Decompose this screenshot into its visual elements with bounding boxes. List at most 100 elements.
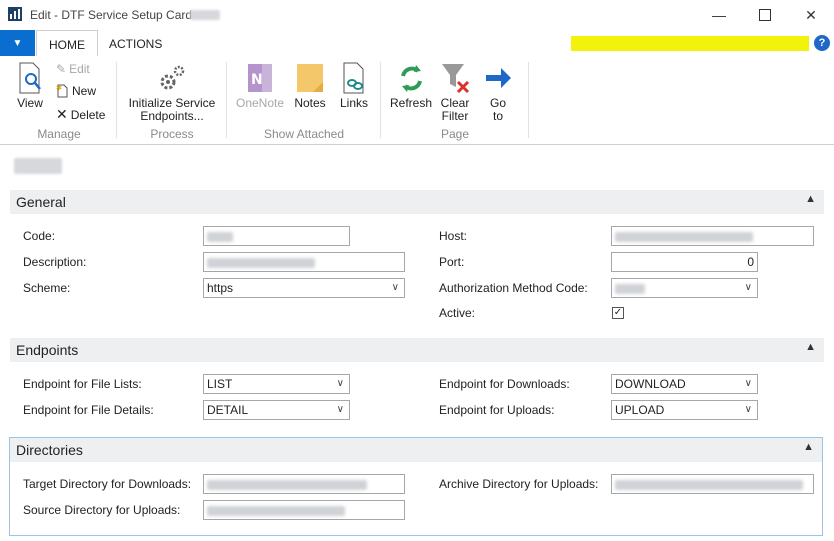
onenote-icon: N (248, 64, 272, 92)
record-title-redacted (14, 158, 62, 174)
minimize-icon: — (712, 7, 726, 23)
description-label: Description: (23, 255, 87, 269)
description-field[interactable] (203, 252, 405, 272)
endpoint-file-lists-label: Endpoint for File Lists: (23, 377, 142, 391)
source-directory-uploads-label: Source Directory for Uploads: (23, 503, 181, 517)
authorization-method-code-label: Authorization Method Code: (439, 281, 588, 295)
go-to-button[interactable]: Go to (482, 62, 514, 123)
initialize-label-line2: Endpoints... (140, 109, 204, 123)
svg-text:✱: ✱ (56, 84, 62, 92)
endpoint-downloads-value: DOWNLOAD (615, 377, 686, 391)
code-label: Code: (23, 229, 56, 243)
notes-icon (297, 64, 323, 92)
onenote-button[interactable]: N OneNote (232, 62, 288, 110)
endpoint-file-lists-select[interactable]: LIST ∨ (203, 374, 350, 394)
notes-button[interactable]: Notes (290, 62, 330, 110)
close-icon: ✕ (805, 6, 817, 23)
tab-actions[interactable]: ACTIONS (97, 30, 174, 56)
scheme-select[interactable]: https ∨ (203, 278, 405, 298)
endpoint-file-details-label: Endpoint for File Details: (23, 403, 154, 417)
scheme-label: Scheme: (23, 281, 71, 295)
chevron-down-icon: ∨ (336, 404, 344, 415)
endpoint-downloads-label: Endpoint for Downloads: (439, 377, 570, 391)
scheme-value: https (207, 281, 234, 295)
delete-label: Delete (70, 107, 106, 122)
fasttab-directories[interactable]: Directories ▲ (10, 438, 822, 462)
group-label-manage: Manage (37, 127, 81, 141)
chevron-down-icon: ∨ (744, 282, 752, 293)
view-button[interactable]: View (14, 62, 46, 110)
code-field[interactable] (203, 226, 350, 246)
goto-label-line2: to (492, 109, 503, 123)
archive-directory-uploads-field[interactable] (611, 474, 814, 494)
endpoint-uploads-select[interactable]: UPLOAD ∨ (611, 400, 758, 420)
host-field[interactable] (611, 226, 814, 246)
chevron-down-icon: ∨ (744, 378, 752, 389)
section-title-endpoints: Endpoints (16, 342, 79, 358)
chevron-up-icon[interactable]: ▲ (803, 441, 814, 453)
chevron-down-icon: ∨ (391, 282, 399, 293)
onenote-label: OneNote (235, 96, 285, 110)
window-title: Edit - DTF Service Setup Card - (30, 8, 200, 22)
pencil-icon: ✎ (56, 62, 67, 76)
minimize-button[interactable]: — (696, 0, 742, 30)
source-directory-uploads-field[interactable] (203, 500, 405, 520)
view-icon (19, 62, 41, 94)
fasttab-endpoints[interactable]: Endpoints ▲ (10, 338, 824, 362)
delete-button[interactable]: ✕ Delete (56, 106, 105, 123)
chevron-up-icon[interactable]: ▲ (805, 341, 816, 353)
maximize-icon (759, 9, 771, 21)
links-label: Links (339, 96, 368, 110)
checkmark-icon: ✓ (613, 307, 623, 318)
group-label-page: Page (440, 127, 470, 141)
close-button[interactable]: ✕ (788, 0, 834, 30)
new-button[interactable]: ✱ New (56, 84, 96, 98)
group-label-show-attached: Show Attached (263, 127, 345, 141)
group-label-process: Process (150, 127, 194, 141)
active-label: Active: (439, 306, 476, 320)
chevron-down-icon: ∨ (336, 378, 344, 389)
initialize-service-endpoints-button[interactable]: Initialize Service Endpoints... (124, 62, 220, 123)
arrow-right-icon (486, 68, 511, 88)
host-label: Host: (439, 229, 468, 243)
archive-directory-uploads-label: Archive Directory for Uploads: (439, 477, 599, 491)
window-title-record-redacted (190, 10, 220, 20)
refresh-button[interactable]: Refresh (388, 62, 434, 110)
ribbon-divider (528, 62, 529, 138)
edit-label: Edit (69, 62, 90, 76)
refresh-label: Refresh (389, 96, 433, 110)
ribbon-divider (380, 62, 381, 138)
fasttab-general[interactable]: General ▲ (10, 190, 824, 214)
clear-filter-button[interactable]: Clear Filter (436, 62, 474, 123)
section-title-directories: Directories (16, 442, 83, 458)
gears-icon (160, 65, 185, 90)
endpoint-file-details-select[interactable]: DETAIL ∨ (203, 400, 350, 420)
port-value: 0 (747, 255, 754, 269)
chevron-up-icon[interactable]: ▲ (805, 193, 816, 205)
endpoint-file-lists-value: LIST (207, 377, 233, 391)
endpoint-file-details-value: DETAIL (207, 403, 249, 417)
company-name-highlight[interactable] (571, 36, 809, 51)
maximize-button[interactable] (742, 0, 788, 30)
delete-icon: ✕ (56, 106, 68, 122)
authorization-method-code-select[interactable]: ∨ (611, 278, 758, 298)
refresh-icon (401, 65, 422, 92)
new-label: New (72, 84, 97, 98)
target-directory-downloads-field[interactable] (203, 474, 405, 494)
edit-button[interactable]: ✎ Edit (56, 62, 90, 76)
links-icon (343, 62, 364, 94)
port-field[interactable]: 0 (611, 252, 758, 272)
links-button[interactable]: Links (336, 62, 372, 110)
endpoint-downloads-select[interactable]: DOWNLOAD ∨ (611, 374, 758, 394)
ribbon-divider (226, 62, 227, 138)
help-icon[interactable]: ? (814, 35, 830, 51)
chevron-down-icon: ▼ (12, 37, 23, 49)
port-label: Port: (439, 255, 465, 269)
svg-text:N: N (251, 72, 263, 88)
clear-label-line2: Filter (441, 109, 469, 123)
active-checkbox[interactable]: ✓ (612, 307, 624, 319)
app-menu-button[interactable]: ▼ (0, 30, 35, 56)
endpoint-uploads-label: Endpoint for Uploads: (439, 403, 555, 417)
notes-label: Notes (294, 96, 326, 110)
tab-home[interactable]: HOME (36, 30, 98, 57)
